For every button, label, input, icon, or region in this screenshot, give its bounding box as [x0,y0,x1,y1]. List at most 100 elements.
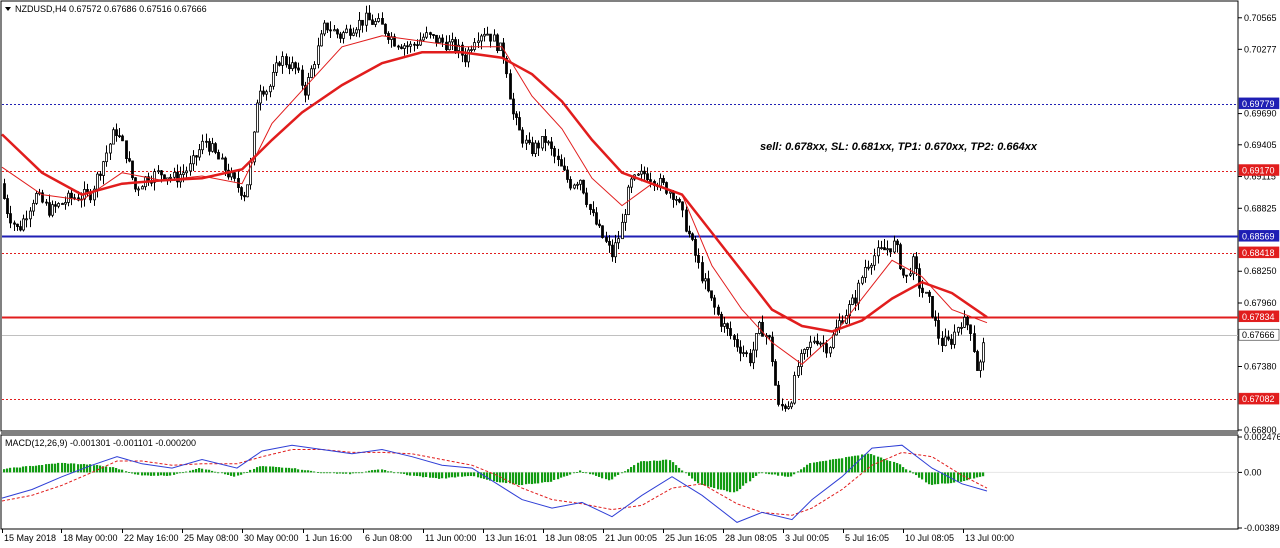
macd-histogram-bar [467,472,470,477]
macd-histogram-bar [637,462,640,473]
macd-histogram-bar [80,464,83,473]
time-tick-label: 13 Jun 16:01 [485,533,537,543]
macd-histogram-bar [723,472,726,491]
level-tag: 0.68418 [1238,246,1280,259]
trade-annotation: sell: 0.678xx, SL: 0.681xx, TP1: 0.670xx… [760,141,1038,153]
macd-histogram-bar [867,453,870,473]
price-tick-label: 0.69405 [1244,140,1277,150]
macd-histogram-bar [627,469,630,473]
time-tick-label: 21 Jun 00:05 [605,533,657,543]
macd-histogram-bar [105,466,108,473]
price-tick-label: 0.69690 [1244,109,1277,119]
macd-histogram-bar [877,456,880,473]
macd-histogram-bar [560,472,563,478]
time-tick-label: 6 Jun 08:00 [365,533,412,543]
macd-histogram-bar [659,460,662,473]
symbol-info: NZDUSD,H4 0.67572 0.67686 0.67516 0.6766… [15,4,207,14]
macd-histogram-bar [697,472,700,484]
macd-histogram-bar [6,468,9,473]
macd-histogram-bar [505,472,508,484]
macd-histogram-bar [502,472,505,483]
macd-histogram-bar [553,472,556,480]
macd-histogram-bar [374,469,377,473]
macd-histogram-bar [237,472,240,476]
macd-histogram-bar [435,472,438,479]
macd-histogram-bar [515,472,518,485]
macd-histogram-bar [547,472,550,483]
macd-histogram-bar [445,472,448,479]
macd-histogram-bar [336,472,339,474]
macd-histogram-bar [397,472,400,474]
macd-histogram-bar [966,472,969,481]
macd-histogram-bar [969,472,972,479]
nzdusd-chart[interactable]: 0.705650.702770.696900.694050.691150.688… [0,0,1280,548]
macd-histogram-bar [304,470,307,473]
macd-histogram-bar [86,464,89,473]
macd-histogram-bar [201,468,204,473]
macd-histogram-bar [288,467,291,473]
time-tick-label: 1 Jun 16:00 [305,533,352,543]
macd-histogram-bar [61,462,64,473]
macd-histogram-bar [403,472,406,474]
macd-histogram-bar [189,470,192,473]
macd-tick-label: 0.002476 [1244,432,1280,442]
svg-text:0.68418: 0.68418 [1242,248,1275,258]
macd-histogram-bar [112,467,115,473]
macd-histogram-bar [291,468,294,473]
macd-histogram-bar [851,456,854,473]
macd-histogram-bar [179,472,182,474]
svg-text:0.69779: 0.69779 [1242,99,1275,109]
macd-histogram-bar [790,472,793,477]
macd-histogram-bar [893,461,896,473]
macd-histogram-bar [557,472,560,480]
macd-tick-label: -0.00389 [1244,523,1280,533]
macd-histogram-bar [838,458,841,473]
macd-histogram-bar [358,472,361,474]
macd-histogram-bar [48,463,51,473]
svg-text:0.68569: 0.68569 [1242,231,1275,241]
macd-histogram-bar [176,472,179,474]
macd-histogram-bar [857,455,860,473]
macd-histogram-bar [233,472,236,477]
macd-histogram-bar [157,472,160,476]
macd-histogram-bar [432,472,435,478]
macd-histogram-bar [672,462,675,473]
macd-histogram-bar [902,467,905,473]
macd-histogram-bar [96,465,99,473]
macd-histogram-bar [464,472,467,477]
macd-histogram-bar [160,472,163,476]
macd-histogram-bar [585,472,588,474]
macd-histogram-bar [365,471,368,473]
macd-histogram-bar [701,472,704,485]
macd-histogram-bar [57,462,60,473]
price-tick-label: 0.67960 [1244,298,1277,308]
macd-histogram-bar [384,470,387,473]
macd-histogram-bar [973,472,976,479]
macd-histogram-bar [880,457,883,473]
level-tag: 0.67666 [1238,328,1280,341]
time-tick-label: 10 Jul 08:05 [905,533,954,543]
macd-histogram-bar [301,469,304,473]
macd-histogram-bar [214,471,217,473]
macd-histogram-bar [589,472,592,475]
svg-text:0.69170: 0.69170 [1242,166,1275,176]
panel-separator [1,431,1238,435]
macd-histogram-bar [742,472,745,486]
macd-histogram-bar [953,472,956,483]
macd-histogram-bar [493,472,496,482]
macd-histogram-bar [825,460,828,473]
macd-histogram-bar [425,472,428,477]
macd-histogram-bar [259,466,262,473]
macd-histogram-bar [845,457,848,473]
macd-histogram-bar [329,472,332,474]
macd-histogram-bar [717,472,720,490]
time-tick-label: 28 Jun 08:05 [725,533,777,543]
macd-histogram-bar [521,472,524,486]
macd-histogram-bar [739,472,742,490]
macd-histogram-bar [342,472,345,474]
macd-histogram-bar [166,472,169,476]
macd-histogram-bar [710,472,713,488]
candle [35,190,38,205]
macd-histogram-bar [361,472,364,474]
macd-histogram-bar [806,464,809,473]
